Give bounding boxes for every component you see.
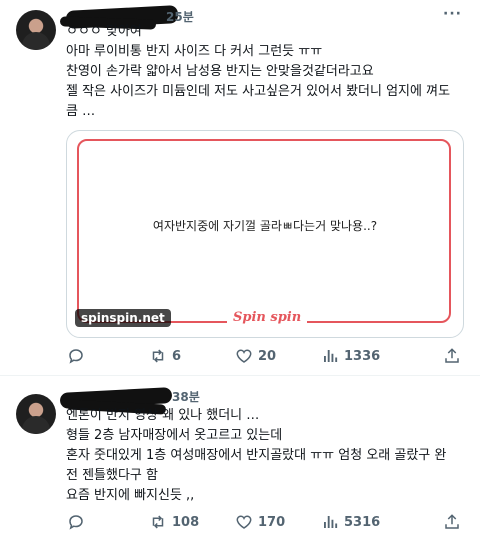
views-icon	[320, 346, 340, 366]
views-button[interactable]: 1336	[320, 346, 380, 366]
reply-button[interactable]	[66, 512, 90, 532]
views-count: 1336	[344, 348, 381, 364]
tweet-line: 전 젠틀했다구 함	[66, 468, 158, 483]
retweet-count: 6	[172, 348, 182, 364]
action-bar: 108 170 5316	[66, 512, 466, 532]
retweet-button[interactable]: 108	[148, 512, 199, 532]
tweet-line: 요즘 반지에 빠지신듯 ,,	[66, 488, 195, 503]
heart-icon	[234, 346, 254, 366]
share-button[interactable]	[442, 346, 466, 366]
retweet-icon	[148, 346, 168, 366]
tweet-text: 엔톤이 반지 영상 왜 있나 했더니 … 형들 2층 남자매장에서 옷고르고 있…	[66, 406, 446, 506]
tweet-line: 큼 …	[66, 104, 96, 119]
avatar[interactable]	[16, 394, 56, 434]
views-button[interactable]: 5316	[320, 512, 380, 532]
action-bar: 6 20 1336	[66, 346, 466, 366]
share-icon	[442, 512, 462, 532]
tweet-1[interactable]: 25분 ··· ㅇㅇㅇ 맞아여 아마 루이비통 반지 사이즈 다 커서 그런듯 …	[0, 0, 480, 376]
like-button[interactable]: 20	[234, 346, 276, 366]
tweet-line: 혼자 줏대있게 1층 여성매장에서 반지골랐대 ㅠㅠ 엄청 오래 골랐구 완	[66, 448, 447, 463]
reply-button[interactable]	[66, 346, 90, 366]
tweet-2[interactable]: 38분 엔톤이 반지 영상 왜 있나 했더니 … 형들 2층 남자매장에서 옷고…	[0, 376, 480, 538]
tweet-line: 엔톤이 반지 영상 왜 있나 했더니 …	[66, 408, 260, 423]
share-button[interactable]	[442, 512, 466, 532]
reply-icon	[66, 346, 86, 366]
retweet-button[interactable]: 6	[148, 346, 181, 366]
card-domain[interactable]: spinspin.net	[75, 309, 171, 327]
like-count: 170	[258, 514, 286, 530]
link-card[interactable]: 여자반지중에 자기껄 골라ㅃ다는거 맞나용..? Spin spin spins…	[66, 130, 464, 338]
tweet-line: 형들 2층 남자매장에서 옷고르고 있는데	[66, 428, 283, 443]
card-caption: 여자반지중에 자기껄 골라ㅃ다는거 맞나용..?	[152, 219, 378, 233]
like-count: 20	[258, 348, 277, 364]
tweet-text: ㅇㅇㅇ 맞아여 아마 루이비통 반지 사이즈 다 커서 그런듯 ㅠㅠ 찬영이 손…	[66, 22, 450, 122]
tweet-line: 찬영이 손가락 얇아서 남성용 반지는 안맞을것같더라고요	[66, 64, 374, 79]
heart-icon	[234, 512, 254, 532]
like-button[interactable]: 170	[234, 512, 285, 532]
avatar[interactable]	[16, 10, 56, 50]
tweet-line: 젤 작은 사이즈가 미듐인데 저도 사고싶은거 있어서 봤더니 엄지에 껴도	[66, 84, 451, 99]
retweet-icon	[148, 512, 168, 532]
tweet-line: ㅇㅇㅇ 맞아여	[66, 24, 142, 39]
reply-icon	[66, 512, 86, 532]
tweet-line: 아마 루이비통 반지 사이즈 다 커서 그런듯 ㅠㅠ	[66, 44, 323, 59]
views-icon	[320, 512, 340, 532]
retweet-count: 108	[172, 514, 200, 530]
views-count: 5316	[344, 514, 381, 530]
more-options-icon[interactable]: ···	[443, 6, 462, 22]
tweet-time[interactable]: 38분	[172, 388, 200, 405]
card-brand-logo: Spin spin	[227, 310, 308, 325]
share-icon	[442, 346, 462, 366]
